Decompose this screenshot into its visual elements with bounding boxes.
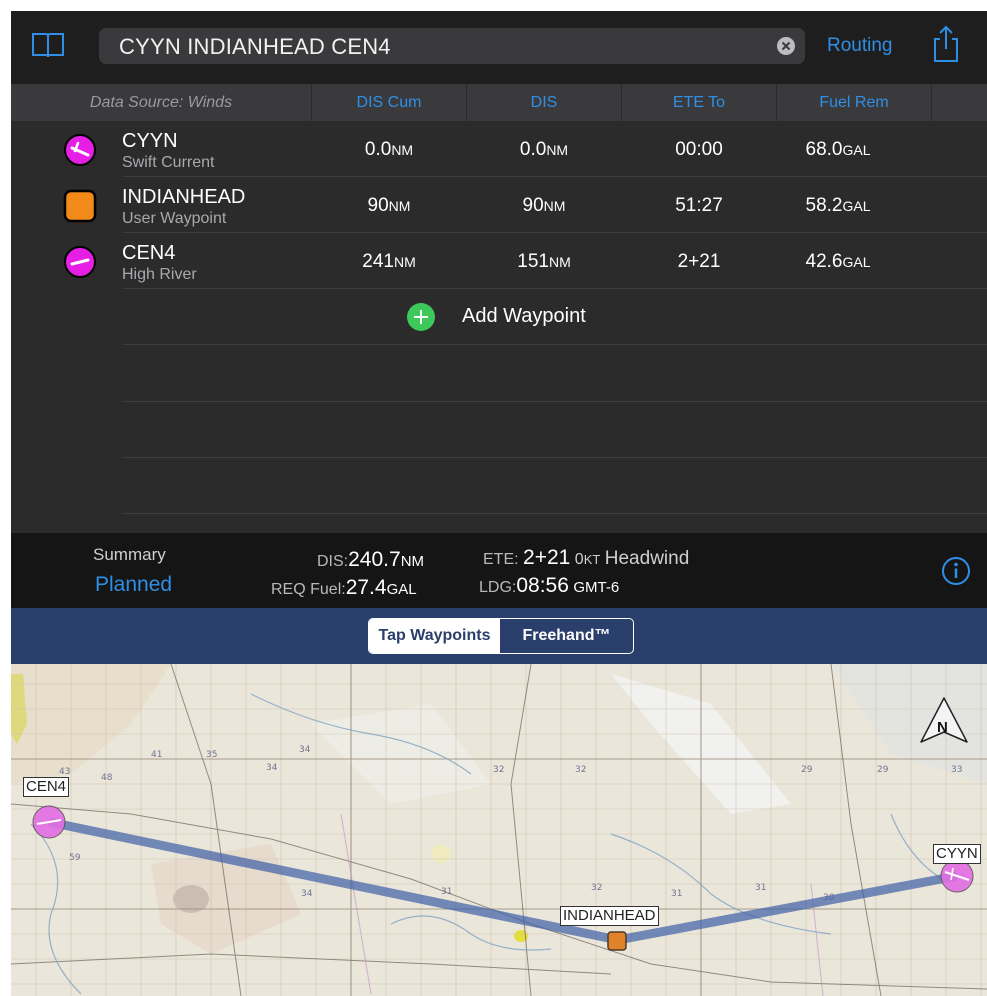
waypoint-name: CEN4 (122, 242, 176, 264)
fuel-value: 58.2GAL (805, 195, 871, 216)
top-bar: CYYN INDIANHEAD CEN4 Routing (11, 11, 987, 84)
waypoint-row-cyyn[interactable]: CYYN Swift Current 0.0NM 0.0NM 00:00 68.… (11, 121, 987, 177)
info-icon[interactable] (941, 556, 971, 586)
svg-text:43: 43 (59, 767, 70, 777)
summary-bar: Summary Planned DIS:240.7NM REQ Fuel:27.… (11, 533, 987, 608)
svg-text:29: 29 (877, 765, 889, 775)
fuel-rem-header[interactable]: Fuel Rem (777, 84, 932, 121)
row-divider (123, 457, 987, 458)
waypoint-name: CYYN (122, 130, 178, 152)
waypoint-subtitle: High River (122, 266, 197, 283)
summary-mode-button[interactable]: Planned (95, 573, 172, 597)
add-waypoint-label: Add Waypoint (462, 305, 586, 327)
ete-header[interactable]: ETE To (622, 84, 777, 121)
row-divider (123, 344, 987, 345)
summary-title: Summary (93, 545, 166, 564)
flight-plan-app: CYYN INDIANHEAD CEN4 Routing Data Source… (11, 11, 987, 996)
draw-mode-segmented-control: Tap Waypoints Freehand™ (368, 618, 634, 654)
summary-distance: DIS:240.7NM (317, 548, 425, 571)
waypoint-list: CYYN Swift Current 0.0NM 0.0NM 00:00 68.… (11, 121, 987, 533)
dis-value: 90NM (522, 195, 566, 216)
dis-cum-value: 0.0NM (364, 139, 414, 160)
row-divider (123, 513, 987, 514)
add-waypoint-button[interactable]: Add Waypoint (11, 289, 987, 345)
route-search-value: CYYN INDIANHEAD CEN4 (119, 34, 391, 59)
sectional-map[interactable]: 35 34 34 32 32 29 29 33 41 48 59 31 31 32 34 31 30 4… (11, 664, 987, 996)
book-icon[interactable] (31, 31, 65, 59)
svg-text:31: 31 (671, 889, 682, 899)
summary-landing-time: LDG:08:56 GMT-6 (479, 574, 620, 597)
waypoint-row-cen4[interactable]: CEN4 High River 241NM 151NM 2+21 42.6GAL (11, 233, 987, 289)
svg-text:29: 29 (801, 765, 813, 775)
ete-value: 2+21 (677, 251, 721, 272)
map-label-indianhead: INDIANHEAD (560, 906, 659, 926)
waypoint-name: INDIANHEAD (122, 186, 246, 208)
plus-icon (407, 303, 435, 331)
dis-cum-value: 90NM (367, 195, 411, 216)
ete-value: 00:00 (675, 139, 723, 160)
table-header: Data Source: Winds DIS Cum DIS ETE To Fu… (11, 84, 987, 121)
share-icon[interactable] (931, 25, 961, 63)
svg-text:41: 41 (151, 750, 162, 760)
fuel-value: 68.0GAL (805, 139, 871, 160)
map-waypoint-cyyn[interactable] (940, 859, 974, 893)
dis-value: 151NM (517, 251, 571, 272)
waypoint-subtitle: Swift Current (122, 154, 215, 171)
north-label: N (937, 719, 948, 736)
dis-value: 0.0NM (519, 139, 569, 160)
summary-req-fuel: REQ Fuel:27.4GAL (271, 576, 417, 599)
draw-mode-bar: Tap Waypoints Freehand™ (11, 608, 987, 664)
tap-waypoints-tab[interactable]: Tap Waypoints (369, 619, 500, 653)
svg-text:32: 32 (493, 765, 504, 775)
clear-icon[interactable] (777, 37, 795, 55)
waypoint-subtitle: User Waypoint (122, 210, 227, 227)
svg-text:33: 33 (951, 765, 962, 775)
airport-icon (64, 134, 96, 166)
airport-icon (64, 246, 96, 278)
map-waypoint-cen4[interactable] (32, 805, 66, 839)
map-label-cyyn: CYYN (933, 844, 981, 864)
map-waypoint-indianhead[interactable] (607, 931, 627, 951)
user-waypoint-icon (63, 189, 97, 223)
waypoint-row-indianhead[interactable]: INDIANHEAD User Waypoint 90NM 90NM 51:27… (11, 177, 987, 233)
data-source-header[interactable]: Data Source: Winds (11, 84, 312, 121)
svg-text:34: 34 (301, 889, 313, 899)
routing-button[interactable]: Routing (827, 35, 893, 57)
svg-text:35: 35 (206, 750, 217, 760)
row-divider (123, 401, 987, 402)
svg-text:32: 32 (575, 765, 586, 775)
dis-cum-header[interactable]: DIS Cum (312, 84, 467, 121)
summary-ete: ETE: 2+21 0KT Headwind (483, 546, 690, 569)
freehand-tab[interactable]: Freehand™ (500, 619, 633, 653)
svg-text:32: 32 (591, 883, 602, 893)
route-search-input[interactable]: CYYN INDIANHEAD CEN4 (99, 28, 805, 64)
ete-value: 51:27 (675, 195, 723, 216)
dis-header[interactable]: DIS (467, 84, 622, 121)
map-canvas: 353434 32 32 29 29 3341 485931 313234 31 304… (11, 664, 987, 996)
svg-text:34: 34 (299, 745, 311, 755)
svg-text:31: 31 (755, 883, 766, 893)
map-label-cen4: CEN4 (23, 777, 70, 797)
svg-text:59: 59 (69, 853, 81, 863)
fuel-value: 42.6GAL (805, 251, 871, 272)
svg-text:34: 34 (266, 763, 278, 773)
svg-text:31: 31 (441, 887, 452, 897)
svg-text:48: 48 (101, 773, 113, 783)
dis-cum-value: 241NM (362, 251, 416, 272)
